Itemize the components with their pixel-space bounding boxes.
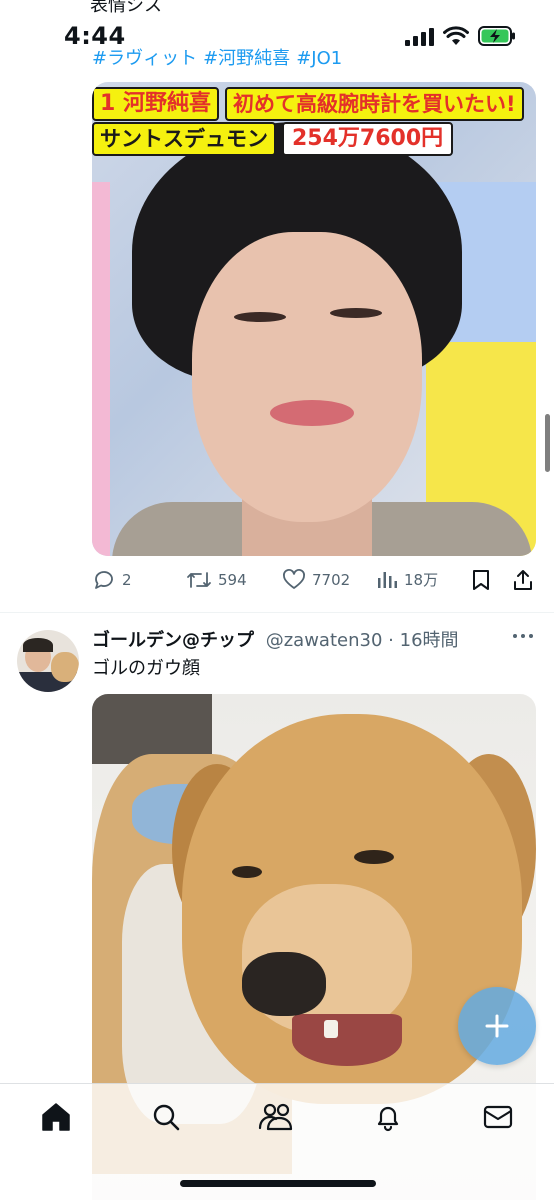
communities-icon	[258, 1103, 293, 1131]
like-count: 7702	[312, 571, 351, 589]
tweet-divider	[0, 612, 554, 613]
caption-headline: 初めて高級腕時計を買いたい!	[224, 87, 524, 121]
wifi-icon	[443, 26, 469, 45]
person-face	[192, 232, 422, 522]
person-eye	[330, 308, 382, 318]
views-icon	[378, 572, 397, 588]
tab-communities[interactable]	[256, 1100, 296, 1134]
caption-number-name: 1 河野純喜	[92, 87, 219, 121]
more-options-icon[interactable]	[512, 632, 534, 640]
hashtag-link[interactable]: #JO1	[296, 48, 342, 69]
caption-row: 1 河野純喜 初めて高級腕時計を買いたい!	[92, 87, 524, 121]
caption-price: 254万7600円	[282, 122, 454, 156]
caption-row: サントスデュモン 254万7600円	[92, 122, 454, 156]
like-button[interactable]: 7702	[282, 568, 350, 592]
share-button[interactable]	[512, 568, 540, 592]
battery-charging-icon	[478, 26, 515, 46]
views-button[interactable]: 18万	[376, 568, 438, 590]
display-name[interactable]: ゴールデン@チップ	[92, 630, 254, 651]
background-panel	[92, 182, 110, 556]
retweet-count: 594	[218, 571, 247, 589]
tab-notifications[interactable]	[368, 1100, 408, 1134]
avatar-hair	[23, 638, 53, 652]
like-icon	[283, 569, 305, 589]
avatar-dog	[51, 652, 79, 682]
retweet-icon	[187, 572, 211, 588]
caption-brand: サントスデュモン	[92, 122, 276, 156]
person-eye	[234, 312, 286, 322]
tweet-header: ゴールデン@チップ @zawaten30 · 16時間	[92, 626, 459, 652]
tab-home[interactable]	[36, 1100, 76, 1134]
scroll-indicator[interactable]	[545, 414, 550, 472]
tab-messages[interactable]	[478, 1100, 518, 1134]
dog-eye	[354, 850, 394, 864]
plus-icon	[485, 1014, 509, 1038]
hashtag-link[interactable]: #河野純喜	[203, 48, 290, 69]
tweet-timestamp[interactable]: 16時間	[400, 630, 459, 651]
retweet-button[interactable]: 594	[186, 568, 247, 592]
user-handle[interactable]: @zawaten30	[266, 630, 383, 651]
tweet-image[interactable]: 1 河野純喜 初めて高級腕時計を買いたい! サントスデュモン 254万7600円	[92, 82, 536, 556]
reply-button[interactable]: 2	[92, 568, 132, 592]
dog-nose	[242, 952, 326, 1016]
person-lips	[270, 400, 354, 426]
view-count: 18万	[404, 570, 439, 589]
messages-icon	[483, 1105, 513, 1129]
home-icon	[42, 1103, 70, 1131]
bookmark-icon	[473, 570, 489, 590]
partial-tweet-text: 表情シス	[90, 0, 162, 16]
share-icon	[514, 570, 532, 590]
notifications-icon	[377, 1106, 399, 1132]
search-icon	[153, 1104, 180, 1131]
separator-dot: ·	[388, 630, 394, 651]
reply-icon	[95, 571, 113, 589]
dog-tooth	[324, 1020, 338, 1038]
dog-eye	[232, 866, 262, 878]
cellular-signal-icon	[405, 28, 434, 46]
compose-tweet-button[interactable]	[458, 987, 536, 1065]
dog-mouth	[292, 1014, 402, 1066]
hashtags: #ラヴィット #河野純喜 #JO1	[92, 44, 348, 70]
hashtag-link[interactable]: #ラヴィット	[92, 48, 197, 69]
bookmark-button[interactable]	[470, 568, 498, 592]
reply-count: 2	[122, 571, 132, 589]
tweet-text: ゴルのガウ顔	[92, 658, 200, 679]
home-indicator[interactable]	[180, 1180, 376, 1187]
avatar[interactable]	[17, 630, 79, 692]
tab-search[interactable]	[146, 1100, 186, 1134]
